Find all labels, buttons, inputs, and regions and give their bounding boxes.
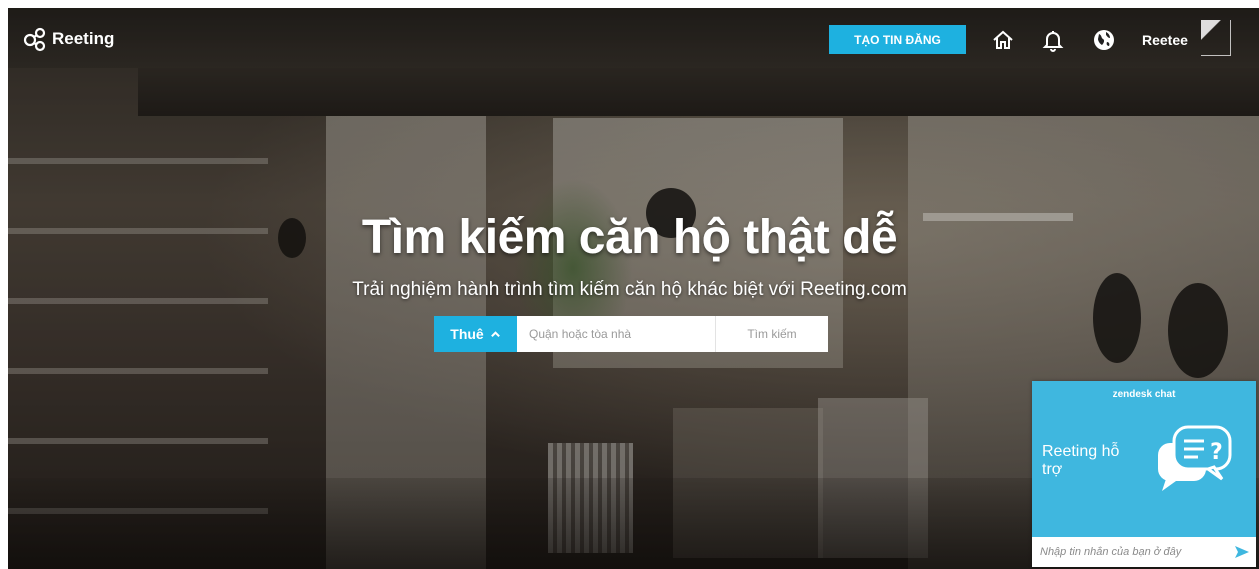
globe-icon[interactable] [1091,27,1117,53]
chevron-up-icon [490,330,500,337]
search-input[interactable] [517,316,716,352]
chat-bubble-icon: ? [1158,425,1232,491]
hero-title: Tìm kiếm căn hộ thật dễ [361,211,898,264]
svg-text:?: ? [1210,440,1223,465]
listing-type-dropdown[interactable]: Thuê [434,316,517,352]
avatar[interactable] [1201,20,1231,56]
logo-text: Reeting [52,29,115,48]
hero-subtitle: Trải nghiệm hành trình tìm kiếm căn hộ k… [352,279,907,300]
send-icon[interactable] [1228,537,1256,567]
home-icon[interactable] [990,27,1016,53]
search-button[interactable]: Tìm kiếm [716,316,828,352]
logo[interactable]: Reeting [22,26,114,52]
chat-message-input[interactable] [1032,546,1228,558]
chat-input-row [1032,537,1256,567]
create-listing-button[interactable]: TẠO TIN ĐĂNG [829,25,966,54]
chat-title: Reeting hỗ trợ [1042,443,1120,478]
user-name[interactable]: Reetee [1142,32,1188,48]
zendesk-chat-widget[interactable]: zendesk chat Reeting hỗ trợ ? [1032,381,1256,567]
chat-provider-label: zendesk chat [1112,389,1176,400]
bell-icon[interactable] [1040,27,1066,53]
listing-type-label: Thuê [450,326,484,342]
logo-icon [23,27,46,52]
search-bar: Thuê Tìm kiếm [434,316,828,352]
top-navbar: Reeting TẠO TIN ĐĂNG Reetee [8,8,1259,66]
